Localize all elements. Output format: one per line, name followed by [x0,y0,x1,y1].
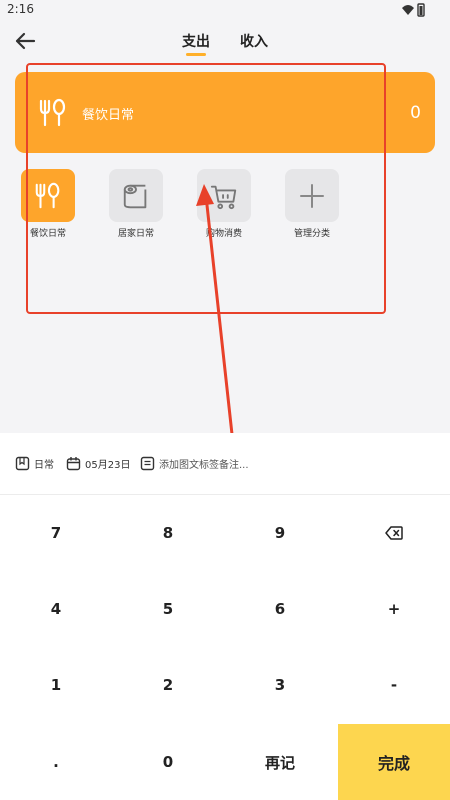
key-6[interactable]: 6 [224,571,336,647]
wifi-battery-icon [402,3,425,17]
done-button[interactable]: 完成 [338,724,450,800]
note-icon [140,456,155,471]
book-selector[interactable]: 日常 [15,456,54,471]
amount-display: 0 [410,103,421,123]
back-arrow-icon[interactable] [10,26,40,56]
meta-row: 日常 05月23日 添加图文标签备注... [0,433,450,495]
key-8[interactable]: 8 [112,495,224,571]
date-label: 05月23日 [85,460,131,471]
tab-active-indicator [186,53,206,56]
book-icon [15,456,30,471]
tab-income[interactable]: 收入 [240,31,268,51]
top-bar: 支出 收入 [0,20,450,64]
key-backspace[interactable] [338,495,450,571]
again-button[interactable]: 再记 [224,724,336,800]
status-bar: 2:16 [0,0,450,20]
note-input[interactable]: 添加图文标签备注... [140,456,249,471]
date-selector[interactable]: 05月23日 [66,456,130,471]
key-4[interactable]: 4 [0,571,112,647]
note-placeholder: 添加图文标签备注... [159,460,249,471]
status-time: 2:16 [7,2,34,16]
key-2[interactable]: 2 [112,647,224,723]
annotation-highlight-box [26,63,386,314]
tab-expense[interactable]: 支出 [182,31,210,51]
key-7[interactable]: 7 [0,495,112,571]
key-9[interactable]: 9 [224,495,336,571]
key-1[interactable]: 1 [0,647,112,723]
key-3[interactable]: 3 [224,647,336,723]
key-dot[interactable]: . [0,724,112,800]
entry-panel: 日常 05月23日 添加图文标签备注... 7 8 9 4 5 6 + 1 2 … [0,433,450,800]
calendar-icon [66,457,81,471]
key-minus[interactable]: - [338,647,450,723]
backspace-icon [385,526,403,540]
key-plus[interactable]: + [338,571,450,647]
key-5[interactable]: 5 [112,571,224,647]
key-0[interactable]: 0 [112,724,224,800]
book-label: 日常 [34,460,54,471]
